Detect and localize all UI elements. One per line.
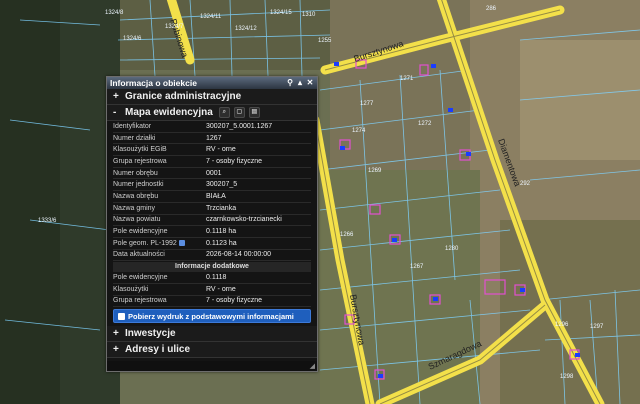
parcel-label: 1310 bbox=[302, 12, 316, 18]
attribute-key: Pole ewidencyjne bbox=[113, 228, 168, 236]
parcel-label: 1296 bbox=[555, 322, 569, 328]
parcel-label: 1272 bbox=[418, 121, 432, 127]
attribute-key: Nazwa powiatu bbox=[113, 216, 161, 224]
attribute-row: Numer jednostki 300207_5 bbox=[113, 179, 311, 192]
parcel-label: 1274 bbox=[352, 128, 366, 134]
panel-titlebar[interactable]: Informacja o obiekcie ⚲ ▴ ✕ bbox=[107, 77, 317, 89]
attribute-value: 1267 bbox=[206, 134, 222, 142]
panel-title: Informacja o obiekcie bbox=[110, 78, 197, 88]
attribute-value: czarnkowsko-trzcianecki bbox=[206, 216, 282, 224]
parcel-label: 1333/6 bbox=[38, 218, 57, 224]
section-adresy-i-ulice[interactable]: + Adresy i ulice bbox=[107, 342, 317, 359]
zoom-to-icon[interactable]: ⌕ bbox=[218, 107, 230, 118]
attribute-key: Numer działki bbox=[113, 134, 156, 142]
parcel-label: 1255 bbox=[318, 38, 332, 44]
attribute-row: Klasoużytki EGiB RV - orne bbox=[113, 144, 311, 157]
attribute-row: Numer obrębu 0001 bbox=[113, 168, 311, 180]
attribute-value: 0.1123 ha bbox=[206, 239, 237, 247]
collapse-icon: - bbox=[113, 107, 117, 118]
attribute-value: 0.1118 ha bbox=[206, 228, 237, 236]
expand-icon: + bbox=[113, 91, 119, 102]
close-icon[interactable]: ✕ bbox=[306, 79, 314, 87]
attribute-key: Pole geom. PL-1992 bbox=[113, 240, 206, 247]
attribute-key: Klasoużytki bbox=[113, 285, 149, 293]
parcel-label: 1271 bbox=[400, 76, 414, 82]
section-label: Adresy i ulice bbox=[125, 344, 191, 356]
parcel-label: 1297 bbox=[590, 324, 604, 330]
parcel-label: 1324/12 bbox=[235, 26, 257, 32]
parcel-label: 1266 bbox=[340, 232, 354, 238]
attribute-key: Grupa rejestrowa bbox=[113, 157, 167, 165]
attribute-row: Pole ewidencyjne 0.1118 bbox=[113, 272, 311, 284]
attribute-row: Pole ewidencyjne 0.1118 ha bbox=[113, 226, 311, 238]
expand-icon: + bbox=[113, 328, 119, 340]
parcel-attributes: Identyfikator 300207_5.0001.1267 Numer dzi… bbox=[107, 121, 317, 262]
highlight-icon[interactable]: ▢ bbox=[233, 107, 245, 118]
attribute-value: BIAŁA bbox=[206, 192, 226, 200]
attribute-row: Pole geom. PL-1992 0.1123 ha bbox=[113, 238, 311, 250]
attribute-row: Klasoużytki RV - orne bbox=[113, 284, 311, 296]
parcel-label: 1269 bbox=[368, 168, 382, 174]
attribute-key: Klasoużytki EGiB bbox=[113, 146, 167, 154]
download-report-button[interactable]: Pobierz wydruk z podstawowymi informacja… bbox=[113, 309, 311, 324]
download-report-label: Pobierz wydruk z podstawowymi informacja… bbox=[128, 311, 294, 321]
attribute-row: Grupa rejestrowa 7 - osoby fizyczne bbox=[113, 296, 311, 308]
extra-attributes: Pole ewidencyjne 0.1118 Klasoużytki RV - or… bbox=[107, 272, 317, 308]
attribute-value: 7 - osoby fizyczne bbox=[206, 157, 263, 165]
extra-info-header: Informacje dodatkowe bbox=[113, 262, 311, 273]
feature-info-panel[interactable]: Informacja o obiekcie ⚲ ▴ ✕ + Granice ad… bbox=[106, 76, 318, 372]
attribute-row: Grupa rejestrowa 7 - osoby fizyczne bbox=[113, 156, 311, 168]
attribute-key: Numer obrębu bbox=[113, 169, 158, 177]
print-icon[interactable]: ▤ bbox=[248, 107, 260, 118]
parcel-label: 1324/6 bbox=[123, 36, 142, 42]
expand-icon: + bbox=[113, 344, 119, 356]
parcel-label: 1324/15 bbox=[270, 10, 292, 16]
parcel-label: 1298 bbox=[560, 374, 574, 380]
parcel-label: 1324/7 bbox=[165, 24, 184, 30]
attribute-row: Data aktualności 2026-08-14 00:00:00 bbox=[113, 250, 311, 262]
attribute-value: RV - orne bbox=[206, 146, 236, 154]
attribute-row: Nazwa powiatu czarnkowsko-trzcianecki bbox=[113, 215, 311, 227]
parcel-label: 1267 bbox=[410, 264, 424, 270]
section-granice-administracyjne[interactable]: + Granice administracyjne bbox=[107, 89, 317, 105]
attribute-key: Data aktualności bbox=[113, 251, 165, 259]
attribute-key: Nazwa gminy bbox=[113, 204, 156, 212]
parcel-label: 292 bbox=[520, 181, 531, 187]
attribute-key: Numer jednostki bbox=[113, 181, 164, 189]
resize-grip-icon[interactable]: ◢ bbox=[310, 362, 315, 370]
section-label: Mapa ewidencyjna bbox=[125, 107, 213, 118]
section-label: Granice administracyjne bbox=[125, 91, 242, 102]
attribute-value: Trzcianka bbox=[206, 204, 237, 212]
parcel-label: 286 bbox=[486, 6, 497, 12]
map-canvas[interactable]: Bursztynowa Rubinowa Diamentowa Bursztyn… bbox=[0, 0, 640, 404]
attribute-key: Nazwa obrębu bbox=[113, 192, 159, 200]
attribute-value: 7 - osoby fizyczne bbox=[206, 297, 263, 305]
attribute-key: Pole ewidencyjne bbox=[113, 274, 168, 282]
attribute-key: Grupa rejestrowa bbox=[113, 297, 167, 305]
attribute-value: 300207_5 bbox=[206, 181, 238, 189]
attribute-value: RV - orne bbox=[206, 285, 236, 293]
attribute-row: Numer działki 1267 bbox=[113, 133, 311, 145]
attribute-value: 300207_5.0001.1267 bbox=[206, 122, 273, 130]
minimize-icon[interactable]: ▴ bbox=[296, 79, 304, 87]
parcel-label: 1277 bbox=[360, 101, 374, 107]
attribute-row: Nazwa gminy Trzcianka bbox=[113, 203, 311, 215]
attribute-value: 2026-08-14 00:00:00 bbox=[206, 251, 271, 259]
pin-icon[interactable]: ⚲ bbox=[286, 79, 294, 87]
attribute-key: Identyfikator bbox=[113, 122, 152, 130]
attribute-value: 0001 bbox=[206, 169, 222, 177]
parcel-label: 1324/11 bbox=[200, 14, 222, 20]
attribute-row: Identyfikator 300207_5.0001.1267 bbox=[113, 121, 311, 133]
parcel-label: 1280 bbox=[445, 246, 459, 252]
parcel-label: 1324/8 bbox=[105, 10, 124, 16]
document-icon bbox=[118, 312, 125, 320]
section-mapa-ewidencyjna[interactable]: - Mapa ewidencyjna ⌕ ▢ ▤ bbox=[107, 105, 317, 121]
info-icon[interactable] bbox=[178, 239, 185, 246]
panel-footer: ◢ bbox=[107, 361, 317, 371]
attribute-value: 0.1118 bbox=[206, 274, 227, 282]
section-label: Inwestycje bbox=[125, 328, 176, 340]
section-inwestycje[interactable]: + Inwestycje bbox=[107, 326, 317, 343]
attribute-row: Nazwa obrębu BIAŁA bbox=[113, 191, 311, 203]
